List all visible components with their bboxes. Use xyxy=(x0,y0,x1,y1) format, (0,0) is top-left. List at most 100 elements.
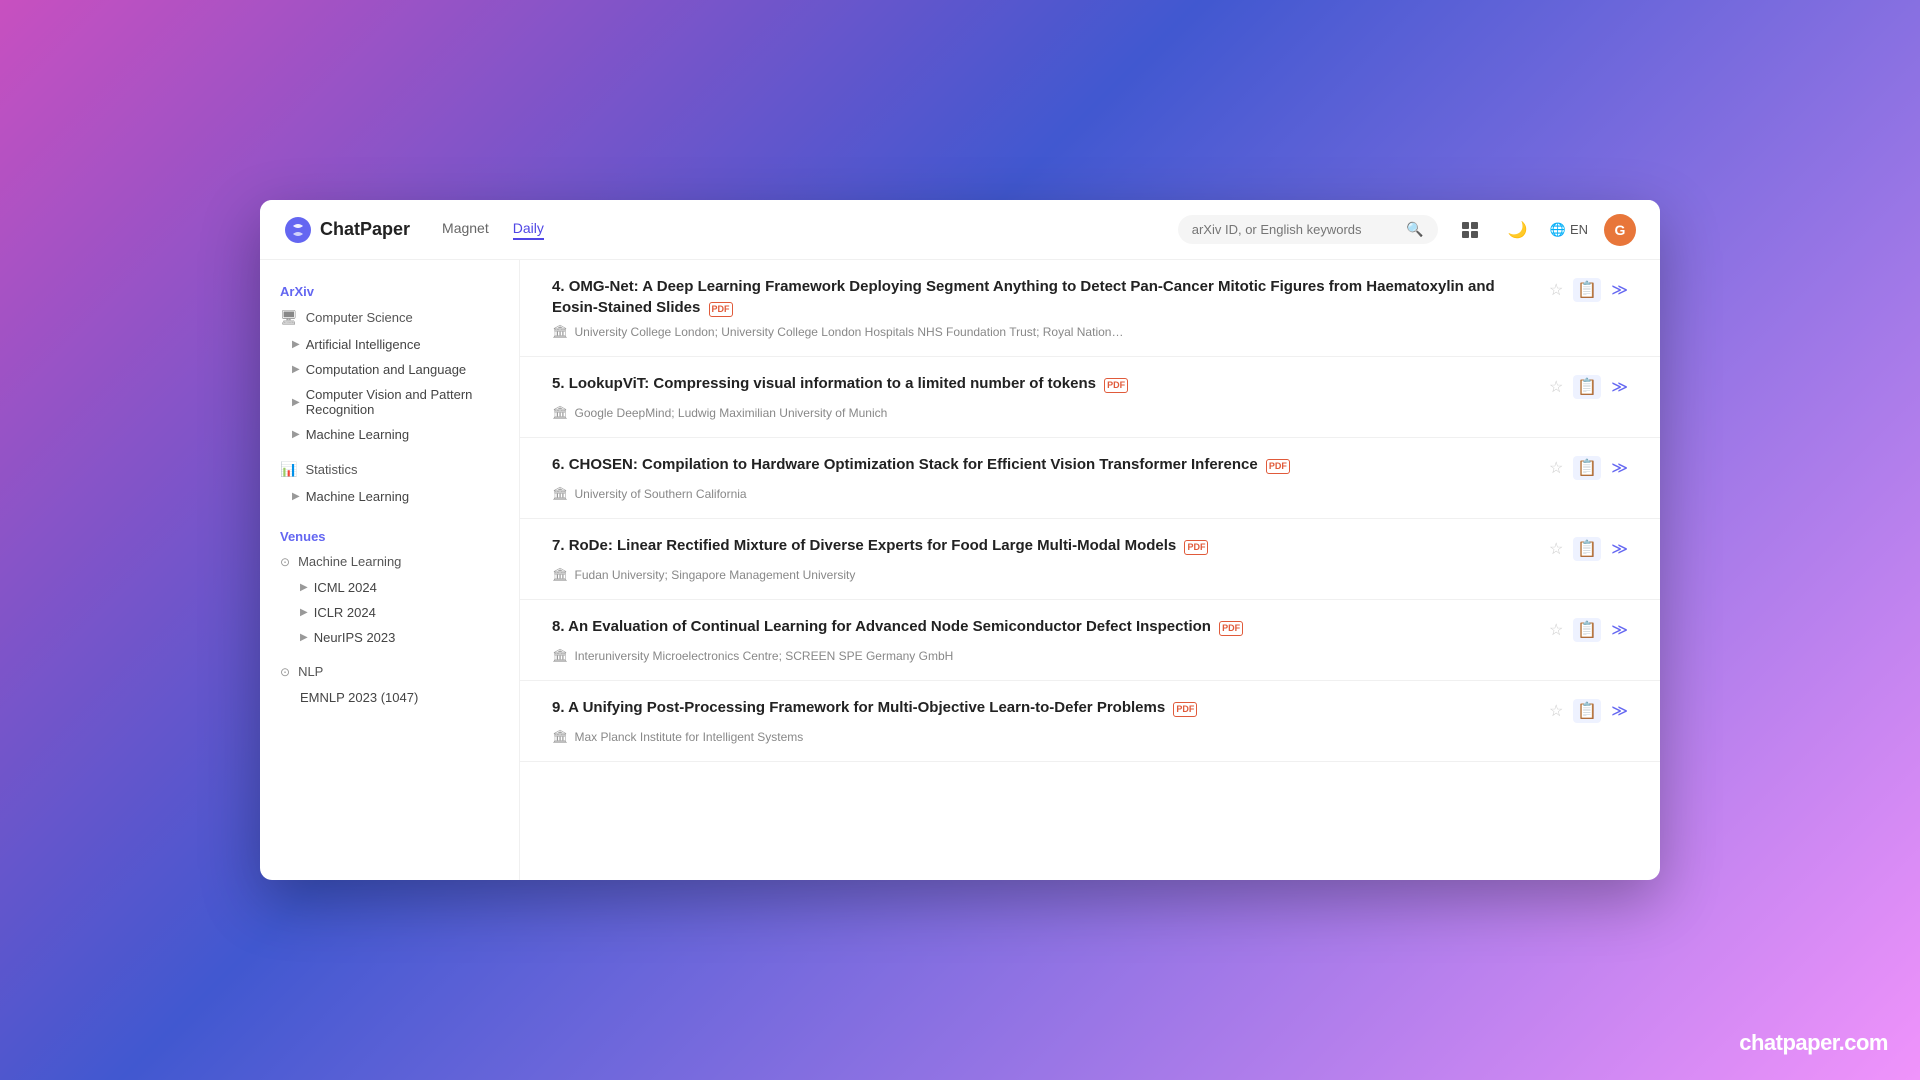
paper-title-row-5: 5. LookupViT: Compressing visual informa… xyxy=(552,373,1537,394)
paper-item-6: 6. CHOSEN: Compilation to Hardware Optim… xyxy=(520,438,1660,519)
venues-ml-icon: ⊙ xyxy=(280,555,290,569)
sidebar-item-iclr[interactable]: ▶ ICLR 2024 xyxy=(260,600,519,625)
nlp-icon: ⊙ xyxy=(280,665,290,679)
chevron-icon: ▶ xyxy=(292,491,300,502)
stats-label: Statistics xyxy=(305,462,357,477)
star-button-6[interactable]: ☆ xyxy=(1549,458,1563,478)
pdf-badge-6[interactable]: PDF xyxy=(1266,459,1290,474)
search-bar[interactable]: 🔍 xyxy=(1178,215,1438,244)
paper-item-8: 8. An Evaluation of Continual Learning f… xyxy=(520,600,1660,681)
paper-title-8[interactable]: 8. An Evaluation of Continual Learning f… xyxy=(552,616,1243,637)
paper-meta-5: 🏛 Google DeepMind; Ludwig Maximilian Uni… xyxy=(552,405,1628,421)
sidebar-item-ml-cs[interactable]: ▶ Machine Learning xyxy=(260,422,519,447)
institution-icon-6: 🏛 xyxy=(552,486,569,502)
paper-header-9: 9. A Unifying Post-Processing Framework … xyxy=(552,697,1628,723)
note-button-8[interactable]: 📋 xyxy=(1573,618,1601,642)
theme-toggle-button[interactable]: 🌙 xyxy=(1502,214,1534,246)
paper-actions-4: ☆ 📋 ≫ xyxy=(1549,278,1628,302)
paper-title-7[interactable]: 7. RoDe: Linear Rectified Mixture of Div… xyxy=(552,535,1208,556)
header: ChatPaper Magnet Daily 🔍 🌙 🌐 EN xyxy=(260,200,1660,260)
star-button-5[interactable]: ☆ xyxy=(1549,377,1563,397)
cl-label: Computation and Language xyxy=(306,362,466,377)
expand-button-7[interactable]: ≫ xyxy=(1611,539,1628,559)
paper-authors-5: Google DeepMind; Ludwig Maximilian Unive… xyxy=(575,406,888,420)
expand-button-5[interactable]: ≫ xyxy=(1611,377,1628,397)
paper-title-6[interactable]: 6. CHOSEN: Compilation to Hardware Optim… xyxy=(552,454,1290,475)
pdf-badge-4[interactable]: PDF xyxy=(709,302,733,317)
note-button-5[interactable]: 📋 xyxy=(1573,375,1601,399)
note-button-6[interactable]: 📋 xyxy=(1573,456,1601,480)
grid-view-button[interactable] xyxy=(1454,214,1486,246)
pdf-badge-8[interactable]: PDF xyxy=(1219,621,1243,636)
sidebar-item-ml-stats[interactable]: ▶ Machine Learning xyxy=(260,484,519,509)
user-avatar[interactable]: G xyxy=(1604,214,1636,246)
language-selector[interactable]: 🌐 EN xyxy=(1550,222,1588,238)
chevron-icon: ▶ xyxy=(292,429,300,440)
sidebar-section-venues: Venues ⊙ Machine Learning ▶ ICML 2024 ▶ … xyxy=(260,521,519,710)
pdf-badge-9[interactable]: PDF xyxy=(1173,702,1197,717)
star-button-7[interactable]: ☆ xyxy=(1549,539,1563,559)
pdf-badge-7[interactable]: PDF xyxy=(1184,540,1208,555)
logo-icon xyxy=(284,216,312,244)
ml-stats-label: Machine Learning xyxy=(306,489,409,504)
nav-daily[interactable]: Daily xyxy=(513,220,544,240)
sidebar-category-venues-ml[interactable]: ⊙ Machine Learning xyxy=(260,548,519,575)
star-button-8[interactable]: ☆ xyxy=(1549,620,1563,640)
paper-number-9: 9. xyxy=(552,699,568,716)
sidebar-item-neurips[interactable]: ▶ NeurIPS 2023 xyxy=(260,625,519,650)
paper-item-9: 9. A Unifying Post-Processing Framework … xyxy=(520,681,1660,762)
paper-header-5: 5. LookupViT: Compressing visual informa… xyxy=(552,373,1628,399)
paper-item-7: 7. RoDe: Linear Rectified Mixture of Div… xyxy=(520,519,1660,600)
paper-actions-7: ☆ 📋 ≫ xyxy=(1549,537,1628,561)
venues-section-title: Venues xyxy=(260,521,519,548)
expand-button-6[interactable]: ≫ xyxy=(1611,458,1628,478)
note-button-9[interactable]: 📋 xyxy=(1573,699,1601,723)
expand-button-9[interactable]: ≫ xyxy=(1611,701,1628,721)
paper-actions-9: ☆ 📋 ≫ xyxy=(1549,699,1628,723)
moon-icon: 🌙 xyxy=(1508,220,1528,240)
venues-ml-label: Machine Learning xyxy=(298,554,401,569)
sidebar-item-ai[interactable]: ▶ Artificial Intelligence xyxy=(260,332,519,357)
paper-list: 4. OMG-Net: A Deep Learning Framework De… xyxy=(520,260,1660,880)
chevron-icon: ▶ xyxy=(292,364,300,375)
institution-icon-9: 🏛 xyxy=(552,729,569,745)
sidebar-category-stats[interactable]: 📊 Statistics xyxy=(260,455,519,484)
sidebar-category-cs[interactable]: 🖥 Computer Science xyxy=(260,303,519,332)
expand-button-4[interactable]: ≫ xyxy=(1611,280,1628,300)
paper-title-row-7: 7. RoDe: Linear Rectified Mixture of Div… xyxy=(552,535,1537,556)
sidebar-item-cl[interactable]: ▶ Computation and Language xyxy=(260,357,519,382)
paper-authors-6: University of Southern California xyxy=(575,487,747,501)
paper-title-4[interactable]: 4. OMG-Net: A Deep Learning Framework De… xyxy=(552,276,1537,318)
chevron-icon: ▶ xyxy=(300,582,308,593)
paper-header-7: 7. RoDe: Linear Rectified Mixture of Div… xyxy=(552,535,1628,561)
pdf-badge-5[interactable]: PDF xyxy=(1104,378,1128,393)
paper-number-5: 5. xyxy=(552,375,569,392)
neurips-label: NeurIPS 2023 xyxy=(314,630,396,645)
note-button-7[interactable]: 📋 xyxy=(1573,537,1601,561)
paper-title-5[interactable]: 5. LookupViT: Compressing visual informa… xyxy=(552,373,1128,394)
logo-area[interactable]: ChatPaper xyxy=(284,216,410,244)
star-button-4[interactable]: ☆ xyxy=(1549,280,1563,300)
note-button-4[interactable]: 📋 xyxy=(1573,278,1601,302)
sidebar-item-cv[interactable]: ▶ Computer Vision and Pattern Recognitio… xyxy=(260,382,519,422)
institution-icon-4: 🏛 xyxy=(552,324,569,340)
chevron-icon: ▶ xyxy=(292,397,300,408)
paper-title-row-9: 9. A Unifying Post-Processing Framework … xyxy=(552,697,1537,718)
iclr-label: ICLR 2024 xyxy=(314,605,376,620)
paper-meta-4: 🏛 University College London; University … xyxy=(552,324,1628,340)
globe-icon: 🌐 xyxy=(1550,222,1566,238)
sidebar-item-icml[interactable]: ▶ ICML 2024 xyxy=(260,575,519,600)
sidebar: ArXiv 🖥 Computer Science ▶ Artificial In… xyxy=(260,260,520,880)
expand-button-8[interactable]: ≫ xyxy=(1611,620,1628,640)
paper-number-8: 8. xyxy=(552,618,568,635)
paper-title-9[interactable]: 9. A Unifying Post-Processing Framework … xyxy=(552,697,1197,718)
cs-label: Computer Science xyxy=(306,310,413,325)
institution-icon-7: 🏛 xyxy=(552,567,569,583)
institution-icon-8: 🏛 xyxy=(552,648,569,664)
paper-authors-4: University College London; University Co… xyxy=(575,325,1124,339)
star-button-9[interactable]: ☆ xyxy=(1549,701,1563,721)
search-input[interactable] xyxy=(1192,222,1399,237)
nav-magnet[interactable]: Magnet xyxy=(442,220,489,240)
sidebar-item-emnlp[interactable]: EMNLP 2023 (1047) xyxy=(260,685,519,710)
sidebar-category-nlp[interactable]: ⊙ NLP xyxy=(260,658,519,685)
